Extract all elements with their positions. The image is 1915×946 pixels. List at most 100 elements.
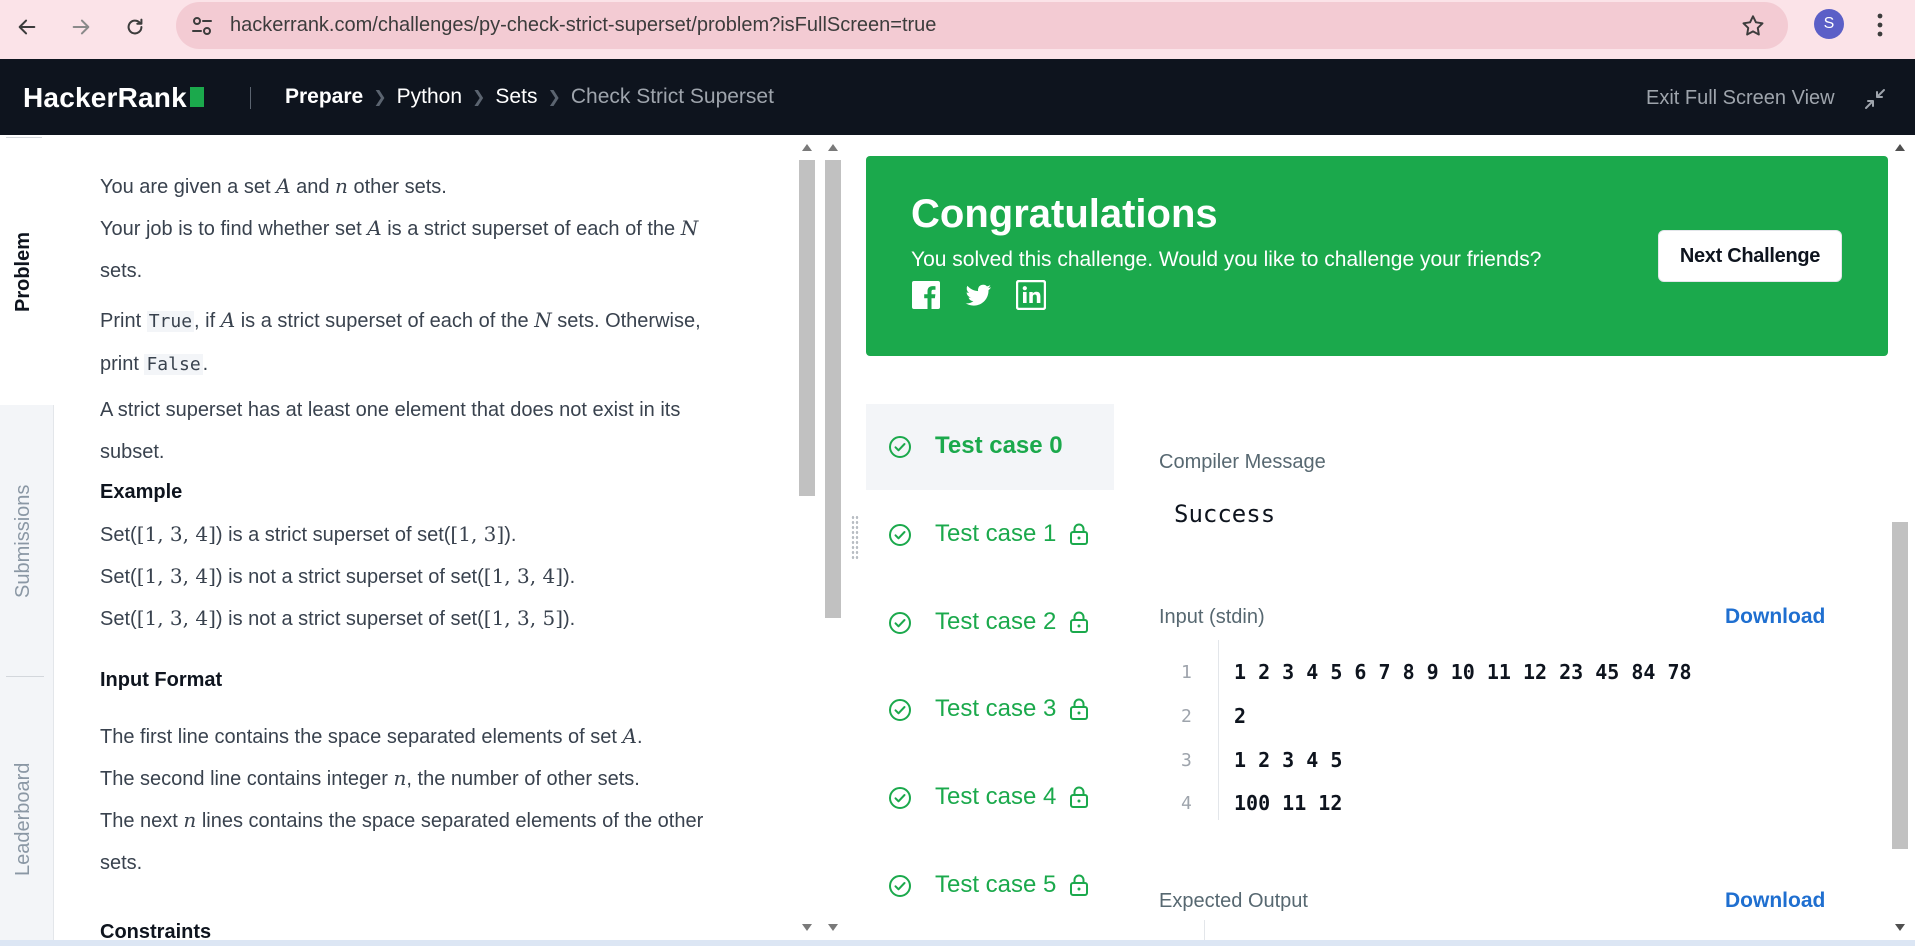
tab-leaderboard[interactable]: Leaderboard <box>0 677 54 940</box>
check-circle-icon <box>889 699 911 721</box>
test-case-label: Test case 4 <box>935 783 1057 810</box>
arrow-left-icon <box>18 19 36 35</box>
reload-icon <box>127 18 143 35</box>
breadcrumb-sets[interactable]: Sets <box>495 85 537 109</box>
test-case-label: Test case 0 <box>935 432 1063 459</box>
input-line-3: The next n lines contains the space sepa… <box>100 808 704 874</box>
input-line-1: The first line contains the space separa… <box>100 724 643 748</box>
address-bar[interactable]: hackerrank.com/challenges/py-check-stric… <box>176 2 1788 49</box>
scrollbar-thumb[interactable] <box>825 160 841 618</box>
chevron-right-icon: ❯ <box>547 89 561 106</box>
line-number-gutter <box>1204 920 1205 940</box>
next-challenge-button[interactable]: Next Challenge <box>1658 230 1842 282</box>
bottom-edge <box>0 940 1915 946</box>
reload-button[interactable] <box>116 8 154 46</box>
input-stdin-label: Input (stdin) <box>1159 606 1265 628</box>
header-divider <box>250 87 251 109</box>
print-line: Print True, if A is a strict superset of… <box>100 308 701 375</box>
line-number: 3 <box>1181 750 1192 771</box>
congrats-title: Congratulations <box>911 192 1218 236</box>
line-number: 2 <box>1181 706 1192 727</box>
download-expected-link[interactable]: Download <box>1725 889 1825 913</box>
site-settings-icon[interactable] <box>190 14 214 38</box>
scroll-down-arrow[interactable] <box>1895 924 1905 931</box>
example-line-3: Set([1, 3, 4]) is not a strict superset … <box>100 606 576 630</box>
test-case-0[interactable]: Test case 0 <box>866 404 1114 490</box>
tab-submissions[interactable]: Submissions <box>0 405 54 675</box>
breadcrumb-current: Check Strict Superset <box>570 85 774 108</box>
definition-line: A strict superset has at least one eleme… <box>100 399 681 463</box>
example-line-1: Set([1, 3, 4]) is a strict superset of s… <box>100 522 517 546</box>
page-scrollbar[interactable] <box>1890 140 1910 940</box>
site-header: HackerRank Prepare ❯ Python ❯ Sets ❯ Che… <box>0 59 1915 135</box>
url-text[interactable]: hackerrank.com/challenges/py-check-stric… <box>230 14 936 37</box>
linkedin-icon[interactable] <box>1016 280 1046 310</box>
scroll-up-arrow[interactable] <box>1895 144 1905 151</box>
scroll-up-arrow[interactable] <box>828 144 838 151</box>
congrats-banner: Congratulations You solved this challeng… <box>866 156 1888 356</box>
vertical-tabs: Problem Submissions Leaderboard <box>0 135 54 940</box>
lock-icon <box>1070 611 1088 633</box>
facebook-icon[interactable] <box>911 280 941 310</box>
tab-problem[interactable]: Problem <box>0 135 54 405</box>
profile-avatar[interactable]: S <box>1814 9 1844 39</box>
test-case-3[interactable]: Test case 3 <box>866 667 1114 753</box>
hackerrank-logo[interactable]: HackerRank <box>23 82 204 114</box>
test-case-label: Test case 2 <box>935 608 1057 635</box>
constraints-heading: Constraints <box>100 921 212 940</box>
breadcrumb: Prepare ❯ Python ❯ Sets ❯ Check Strict S… <box>285 85 774 109</box>
scroll-down-arrow[interactable] <box>802 924 812 931</box>
check-circle-icon <box>889 787 911 809</box>
scroll-up-arrow[interactable] <box>802 144 812 151</box>
scroll-down-arrow[interactable] <box>828 924 838 931</box>
check-circle-icon <box>889 436 911 458</box>
tab-divider <box>6 137 42 138</box>
scrollbar-thumb[interactable] <box>799 160 815 496</box>
back-button[interactable] <box>8 8 46 46</box>
test-case-5[interactable]: Test case 5 <box>866 843 1114 929</box>
expected-output-label: Expected Output <box>1159 890 1308 912</box>
code-line: 100 11 12 <box>1234 791 1343 815</box>
example-line-2: Set([1, 3, 4]) is not a strict superset … <box>100 564 576 588</box>
compiler-message-label: Compiler Message <box>1159 451 1326 473</box>
exit-fullscreen-link[interactable]: Exit Full Screen View <box>1646 87 1835 110</box>
tab-submissions-label: Submissions <box>12 484 34 598</box>
logo-text: HackerRank <box>23 82 187 113</box>
pane-resize-handle[interactable] <box>851 515 859 561</box>
tab-leaderboard-label: Leaderboard <box>12 762 34 876</box>
line-number: 4 <box>1181 793 1192 814</box>
stdin-code-block: 1 1 2 3 4 5 6 7 8 9 10 11 12 23 45 84 78… <box>1159 640 1859 840</box>
intro-line: You are given a set A and n other sets. <box>100 174 447 198</box>
example-heading: Example <box>100 481 183 503</box>
test-case-2[interactable]: Test case 2 <box>866 580 1114 666</box>
bookmark-star-icon[interactable] <box>1740 13 1766 39</box>
problem-scrollbar[interactable] <box>797 140 817 940</box>
outer-scrollbar[interactable] <box>823 140 843 940</box>
test-case-label: Test case 3 <box>935 695 1057 722</box>
code-line: 2 <box>1234 704 1247 728</box>
lock-icon <box>1070 874 1088 896</box>
browser-toolbar: hackerrank.com/challenges/py-check-stric… <box>0 0 1915 59</box>
lock-icon <box>1070 698 1088 720</box>
collapse-icon[interactable] <box>1864 88 1886 110</box>
browser-menu-icon[interactable] <box>1870 10 1890 40</box>
chevron-right-icon: ❯ <box>472 89 486 106</box>
scrollbar-thumb[interactable] <box>1892 522 1908 849</box>
test-case-label: Test case 5 <box>935 871 1057 898</box>
breadcrumb-python[interactable]: Python <box>397 85 462 109</box>
forward-button[interactable] <box>62 8 100 46</box>
code-line: 1 2 3 4 5 6 7 8 9 10 11 12 23 45 84 78 <box>1234 660 1692 684</box>
download-input-link[interactable]: Download <box>1725 605 1825 629</box>
twitter-icon[interactable] <box>963 280 993 310</box>
input-line-2: The second line contains integer n, the … <box>100 766 640 790</box>
check-circle-icon <box>889 524 911 546</box>
test-case-4[interactable]: Test case 4 <box>866 755 1114 841</box>
input-format-heading: Input Format <box>100 669 223 691</box>
breadcrumb-prepare[interactable]: Prepare <box>285 85 363 109</box>
test-case-1[interactable]: Test case 1 <box>866 492 1114 578</box>
tab-problem-label: Problem <box>12 231 34 312</box>
logo-block <box>189 87 204 107</box>
tab-column-rest: Submissions Leaderboard <box>0 405 54 940</box>
compiler-message-text: Success <box>1174 500 1276 528</box>
lock-icon <box>1070 786 1088 808</box>
